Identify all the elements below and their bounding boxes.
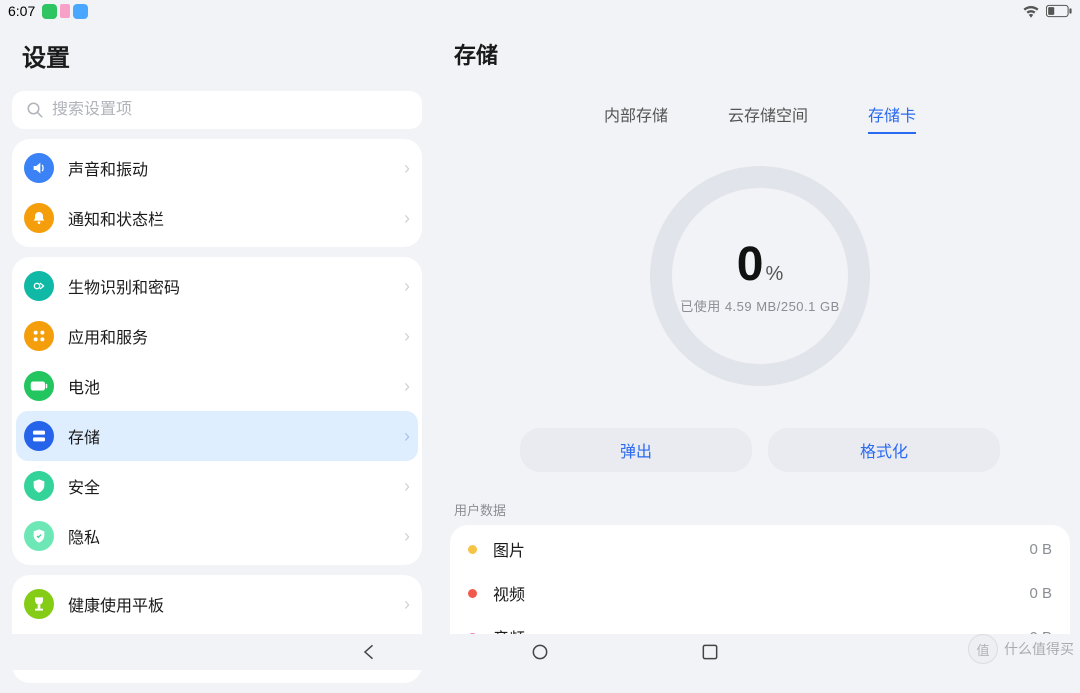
user-data-card: 图片0 B视频0 B音频0 B文档 bbox=[450, 525, 1070, 634]
data-row-label: 音频 bbox=[493, 625, 1029, 634]
settings-item-battery[interactable]: 电池› bbox=[12, 361, 422, 411]
data-row-label: 图片 bbox=[493, 537, 1029, 561]
status-left: 6:07 bbox=[8, 3, 88, 19]
user-data-label: 用户数据 bbox=[454, 500, 1070, 519]
settings-item-wellbeing[interactable]: 健康使用平板› bbox=[12, 579, 422, 629]
settings-item-label: 隐私 bbox=[68, 524, 404, 548]
search-container[interactable] bbox=[12, 91, 422, 129]
data-row-audio[interactable]: 音频0 B bbox=[450, 615, 1070, 634]
chevron-right-icon: › bbox=[404, 426, 410, 447]
app-icon-cloud bbox=[73, 4, 88, 19]
data-row-value: 0 B bbox=[1029, 585, 1052, 602]
wellbeing-icon bbox=[24, 589, 54, 619]
privacy-icon bbox=[24, 521, 54, 551]
settings-item-label: 安全 bbox=[68, 474, 404, 498]
dot-icon bbox=[468, 545, 477, 554]
settings-group-1: 生物识别和密码›应用和服务›电池›存储›安全›隐私› bbox=[12, 257, 422, 565]
search-icon bbox=[26, 101, 44, 119]
percent-value: 0 bbox=[737, 237, 764, 292]
app-icon-notification bbox=[60, 4, 70, 18]
chevron-right-icon: › bbox=[404, 526, 410, 547]
settings-item-label: 电池 bbox=[68, 374, 404, 398]
storage-actions: 弹出 格式化 bbox=[520, 428, 1000, 472]
donut-wrap: 0% 已使用 4.59 MB/250.1 GB bbox=[450, 166, 1070, 386]
data-row-photos[interactable]: 图片0 B bbox=[450, 527, 1070, 571]
sound-icon bbox=[24, 153, 54, 183]
settings-item-label: 存储 bbox=[68, 424, 404, 448]
chevron-right-icon: › bbox=[404, 158, 410, 179]
settings-item-apps[interactable]: 应用和服务› bbox=[12, 311, 422, 361]
settings-item-sound[interactable]: 声音和振动› bbox=[12, 143, 422, 193]
settings-item-biometric[interactable]: 生物识别和密码› bbox=[12, 261, 422, 311]
settings-item-notify[interactable]: 通知和状态栏› bbox=[12, 193, 422, 243]
storage-donut: 0% 已使用 4.59 MB/250.1 GB bbox=[650, 166, 870, 386]
storage-title: 存储 bbox=[450, 30, 1070, 92]
tab-sdcard[interactable]: 存储卡 bbox=[868, 102, 916, 134]
percent-unit: % bbox=[765, 263, 783, 286]
search-input[interactable] bbox=[52, 101, 408, 119]
battery-icon bbox=[24, 371, 54, 401]
chevron-right-icon: › bbox=[404, 208, 410, 229]
android-navbar bbox=[0, 634, 1080, 670]
watermark-text: 什么值得买 bbox=[1004, 639, 1074, 659]
notify-icon bbox=[24, 203, 54, 233]
status-right bbox=[1022, 4, 1072, 18]
nav-recent-icon[interactable] bbox=[700, 642, 720, 662]
tab-internal[interactable]: 内部存储 bbox=[604, 102, 668, 134]
apps-icon bbox=[24, 321, 54, 351]
settings-left-pane: 设置 声音和振动›通知和状态栏›生物识别和密码›应用和服务›电池›存储›安全›隐… bbox=[0, 22, 430, 634]
watermark: 值 什么值得买 bbox=[968, 634, 1074, 664]
data-row-label: 视频 bbox=[493, 581, 1029, 605]
storage-tabs: 内部存储 云存储空间 存储卡 bbox=[450, 102, 1070, 134]
settings-item-label: 声音和振动 bbox=[68, 156, 404, 180]
biometric-icon bbox=[24, 271, 54, 301]
wifi-icon bbox=[1022, 4, 1040, 18]
clock: 6:07 bbox=[8, 3, 35, 19]
settings-title: 设置 bbox=[10, 30, 424, 91]
data-row-videos[interactable]: 视频0 B bbox=[450, 571, 1070, 615]
settings-item-label: 生物识别和密码 bbox=[68, 274, 404, 298]
settings-item-label: 应用和服务 bbox=[68, 324, 404, 348]
settings-item-label: 健康使用平板 bbox=[68, 592, 404, 616]
data-row-value: 0 B bbox=[1029, 541, 1052, 558]
chevron-right-icon: › bbox=[404, 276, 410, 297]
format-button[interactable]: 格式化 bbox=[768, 428, 1000, 472]
chevron-right-icon: › bbox=[404, 476, 410, 497]
nav-home-icon[interactable] bbox=[530, 642, 550, 662]
dot-icon bbox=[468, 589, 477, 598]
watermark-circle: 值 bbox=[968, 634, 998, 664]
app-icon-wechat bbox=[42, 4, 57, 19]
storage-right-pane: 存储 内部存储云存储空间存储卡 0% 已使用 4.59 MB/250.1 GB … bbox=[430, 22, 1080, 634]
nav-back-icon[interactable] bbox=[360, 642, 380, 662]
storage-icon bbox=[24, 421, 54, 451]
settings-item-security[interactable]: 安全› bbox=[12, 461, 422, 511]
settings-item-label: 通知和状态栏 bbox=[68, 206, 404, 230]
settings-item-storage[interactable]: 存储› bbox=[16, 411, 418, 461]
chevron-right-icon: › bbox=[404, 594, 410, 615]
battery-icon bbox=[1046, 4, 1072, 18]
storage-percent: 0% bbox=[737, 237, 784, 292]
settings-group-0: 声音和振动›通知和状态栏› bbox=[12, 139, 422, 247]
status-bar: 6:07 bbox=[0, 0, 1080, 22]
tab-cloud[interactable]: 云存储空间 bbox=[728, 102, 808, 134]
eject-button[interactable]: 弹出 bbox=[520, 428, 752, 472]
chevron-right-icon: › bbox=[404, 376, 410, 397]
storage-used-label: 已使用 4.59 MB/250.1 GB bbox=[680, 296, 840, 315]
settings-item-privacy[interactable]: 隐私› bbox=[12, 511, 422, 561]
chevron-right-icon: › bbox=[404, 326, 410, 347]
security-icon bbox=[24, 471, 54, 501]
